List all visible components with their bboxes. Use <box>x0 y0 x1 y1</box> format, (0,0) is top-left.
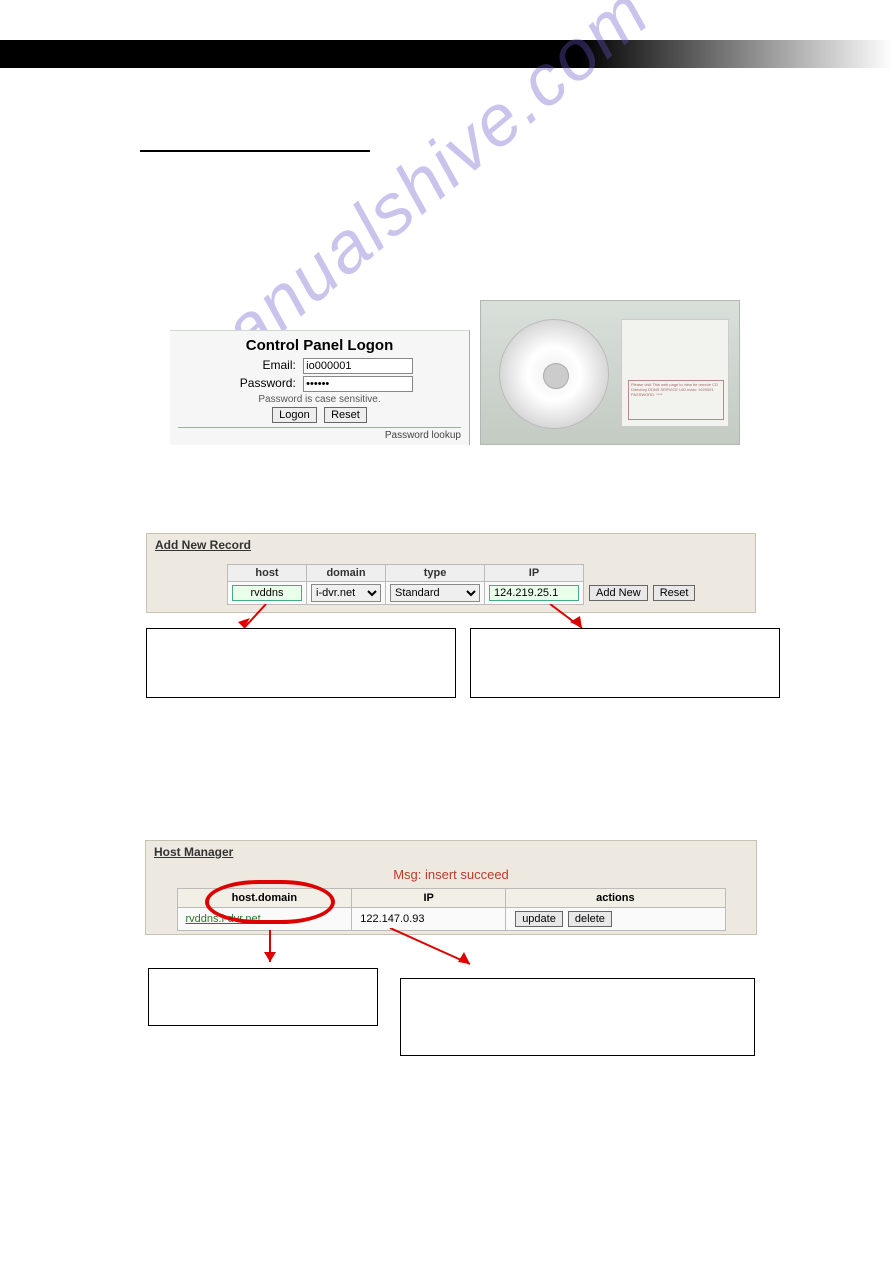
col-ip2: IP <box>352 889 506 908</box>
add-record-title: Add New Record <box>147 534 755 556</box>
arrow-icon <box>248 930 298 970</box>
insert-succeed-msg: Msg: insert succeed <box>146 867 756 882</box>
callout-hostdomain <box>148 968 378 1026</box>
disc-icon <box>499 319 609 429</box>
add-reset-button[interactable]: Reset <box>653 585 696 601</box>
password-lookup-link[interactable]: Password lookup <box>178 427 461 441</box>
domain-select[interactable]: i-dvr.net <box>311 584 381 602</box>
host-manager-panel: Host Manager Msg: insert succeed host.do… <box>145 840 757 935</box>
callout-ip <box>470 628 780 698</box>
hostdomain-link[interactable]: rvddns.i-dvr.net <box>186 913 261 925</box>
ip-input[interactable] <box>489 585 579 601</box>
type-select[interactable]: Standard <box>390 584 480 602</box>
col-type: type <box>386 565 485 582</box>
host-manager-title: Host Manager <box>146 841 756 863</box>
delete-button[interactable]: delete <box>568 911 612 927</box>
cd-sleeve: Please visit This web page to view he re… <box>621 319 729 427</box>
add-new-button[interactable]: Add New <box>589 585 648 601</box>
logon-title: Control Panel Logon <box>178 337 461 354</box>
email-label: Email: <box>226 358 296 372</box>
password-input[interactable] <box>303 376 413 392</box>
col-domain: domain <box>307 565 386 582</box>
logon-note: Password is case sensitive. <box>178 394 461 405</box>
password-label: Password: <box>226 376 296 390</box>
host-manager-table: host.domain IP actions rvddns.i-dvr.net … <box>177 888 726 931</box>
col-actions: actions <box>506 889 725 908</box>
ip-cell: 122.147.0.93 <box>352 908 506 931</box>
section-underline <box>140 150 370 152</box>
update-button[interactable]: update <box>515 911 563 927</box>
host-input[interactable] <box>232 585 302 601</box>
callout-actions <box>400 978 755 1056</box>
col-ip: IP <box>485 565 584 582</box>
cd-photo: Please visit This web page to view he re… <box>480 300 740 445</box>
email-input[interactable] <box>303 358 413 374</box>
col-hostdomain: host.domain <box>177 889 352 908</box>
add-record-table: host domain type IP i-dvr.net Standard A… <box>227 564 701 605</box>
sleeve-label: Please visit This web page to view he re… <box>628 380 724 420</box>
col-host: host <box>228 565 307 582</box>
reset-button[interactable]: Reset <box>324 407 367 423</box>
header-bar <box>0 40 893 68</box>
callout-host <box>146 628 456 698</box>
add-record-panel: Add New Record host domain type IP i-dvr… <box>146 533 756 613</box>
logon-panel: Control Panel Logon Email: Password: Pas… <box>170 330 470 445</box>
logon-button[interactable]: Logon <box>272 407 317 423</box>
